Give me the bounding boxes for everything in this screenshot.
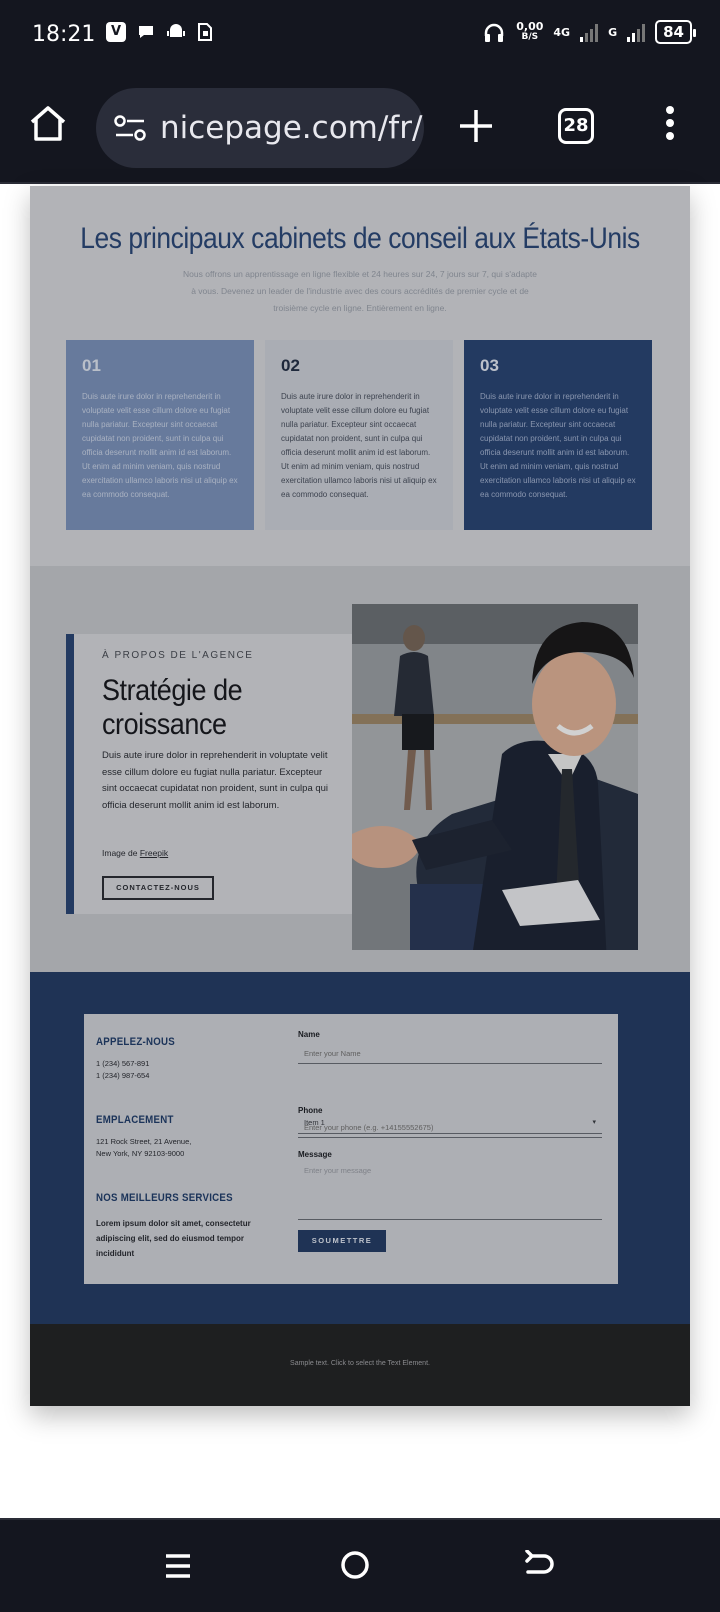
- notification-icons: V: [106, 22, 214, 42]
- name-label: Name: [298, 1030, 320, 1039]
- services-text: Lorem ipsum dolor sit amet, consectetur …: [96, 1219, 251, 1258]
- phone-input[interactable]: [298, 1118, 602, 1138]
- phone-1: 1 (234) 567-891: [96, 1059, 150, 1068]
- page-preview: Les principaux cabinets de conseil aux É…: [30, 186, 690, 1406]
- message-textarea[interactable]: Enter your message: [298, 1162, 602, 1220]
- overflow-menu-icon[interactable]: [664, 106, 676, 146]
- section-title: Les principaux cabinets de conseil aux É…: [80, 222, 640, 255]
- about-text: Duis aute irure dolor in reprehenderit i…: [102, 750, 329, 811]
- new-tab-icon[interactable]: [456, 106, 496, 146]
- address-bar[interactable]: nicepage.com/fr/: [96, 88, 424, 168]
- location-heading: EMPLACEMENT: [96, 1114, 174, 1126]
- browser-toolbar: nicepage.com/fr/ 28: [0, 72, 720, 184]
- businessman-photo: [352, 604, 638, 950]
- footer-text[interactable]: Sample text. Click to select the Text El…: [30, 1360, 690, 1367]
- recent-apps-icon[interactable]: [164, 1552, 192, 1580]
- about-section: À PROPOS DE L'AGENCE Stratégie de croiss…: [30, 566, 690, 972]
- name-input[interactable]: [298, 1044, 602, 1064]
- chat-bubble-icon: [139, 26, 153, 38]
- sim-card-icon: [198, 23, 212, 41]
- about-text-box: À PROPOS DE L'AGENCE Stratégie de croiss…: [74, 634, 352, 914]
- freepik-link[interactable]: Freepik: [140, 848, 168, 858]
- address-line-2: New York, NY 92103-9000: [96, 1149, 185, 1158]
- contact-section: APPELEZ-NOUS 1 (234) 567-891 1 (234) 987…: [30, 972, 690, 1324]
- card-text: Duis aute irure dolor in reprehenderit i…: [281, 392, 437, 499]
- system-nav-bar: [0, 1518, 720, 1612]
- address-line-1: 121 Rock Street, 21 Avenue,: [96, 1137, 192, 1146]
- clock: 18:21: [32, 22, 96, 47]
- feature-card-1: 01 Duis aute irure dolor in reprehenderi…: [66, 340, 254, 530]
- card-number: 03: [480, 356, 499, 375]
- message-label: Message: [298, 1150, 332, 1159]
- section-subtitle: Nous offrons un apprentissage en ligne f…: [183, 269, 537, 313]
- photo-illustration: [352, 604, 638, 950]
- tab-switcher-button[interactable]: 28: [558, 108, 594, 144]
- home-icon[interactable]: [26, 102, 70, 146]
- android-icon: [167, 24, 185, 37]
- network-speed: 0,00 B/S: [516, 20, 544, 42]
- url-text[interactable]: nicepage.com/fr/: [160, 110, 422, 146]
- consulting-section: Les principaux cabinets de conseil aux É…: [30, 186, 690, 566]
- card-number: 02: [281, 356, 300, 375]
- network-type-g: G: [608, 25, 618, 39]
- system-indicators: 0,00 B/S 4G G 84: [482, 20, 696, 44]
- site-settings-icon[interactable]: [114, 114, 146, 142]
- back-icon[interactable]: [524, 1550, 556, 1582]
- accent-bar: [66, 634, 74, 914]
- card-text: Duis aute irure dolor in reprehenderit i…: [82, 392, 238, 499]
- signal-strength-icon: [580, 22, 599, 42]
- home-button-icon[interactable]: [340, 1550, 370, 1580]
- feature-card-3: 03 Duis aute irure dolor in reprehenderi…: [464, 340, 652, 530]
- headphones-icon: [485, 23, 504, 42]
- about-title: Stratégie de croissance: [102, 674, 243, 741]
- signal-strength-icon-2: [627, 22, 646, 42]
- contact-button[interactable]: CONTACTEZ-NOUS: [102, 876, 214, 900]
- battery-indicator: 84: [655, 20, 696, 44]
- status-bar: 18:21 V 0,00 B/S 4G G 84: [0, 0, 720, 72]
- contact-card: APPELEZ-NOUS 1 (234) 567-891 1 (234) 987…: [84, 1014, 618, 1284]
- image-credit: Image de Freepik: [102, 848, 169, 858]
- feature-card-2: 02 Duis aute irure dolor in reprehenderi…: [265, 340, 453, 530]
- network-type-4g: 4G: [553, 25, 571, 39]
- call-heading: APPELEZ-NOUS: [96, 1036, 176, 1048]
- card-number: 01: [82, 356, 101, 375]
- web-viewport: Les principaux cabinets de conseil aux É…: [0, 186, 720, 1518]
- card-text: Duis aute irure dolor in reprehenderit i…: [480, 392, 636, 499]
- about-kicker: À PROPOS DE L'AGENCE: [102, 650, 254, 661]
- phone-2: 1 (234) 987-654: [96, 1071, 150, 1080]
- vpn-app-icon: V: [106, 22, 126, 42]
- submit-button[interactable]: SOUMETTRE: [298, 1230, 386, 1252]
- phone-label-visible: Phone: [298, 1106, 323, 1115]
- page-footer: Sample text. Click to select the Text El…: [30, 1324, 690, 1406]
- services-heading: NOS MEILLEURS SERVICES: [96, 1192, 233, 1204]
